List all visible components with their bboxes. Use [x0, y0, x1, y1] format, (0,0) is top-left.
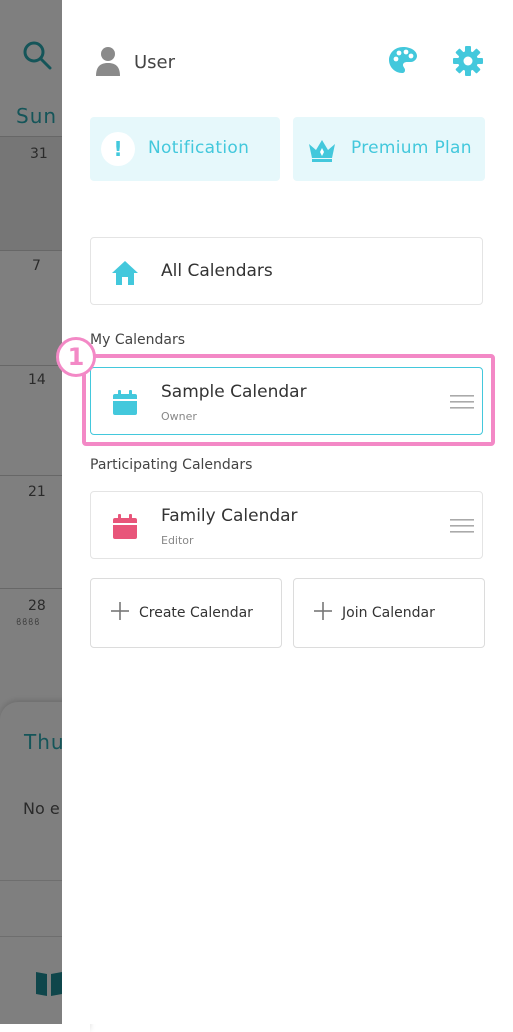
dim-overlay[interactable]: [0, 0, 62, 1024]
drag-handle-icon[interactable]: [450, 518, 474, 534]
calendar-icon: [113, 514, 137, 539]
notification-button[interactable]: ! Notification: [90, 117, 280, 181]
all-calendars-button[interactable]: All Calendars: [90, 237, 483, 305]
calendar-item-family[interactable]: Family Calendar Editor: [90, 491, 483, 559]
create-calendar-label: Create Calendar: [139, 605, 253, 621]
plus-icon: [314, 602, 332, 620]
calendar-role: Editor: [161, 534, 194, 547]
exclamation-icon: !: [101, 132, 135, 166]
highlight-box: [82, 354, 495, 446]
gear-icon[interactable]: [452, 45, 484, 77]
notification-label: Notification: [148, 138, 250, 158]
my-calendars-header: My Calendars: [90, 332, 186, 348]
palette-icon[interactable]: [388, 45, 418, 75]
side-drawer: User ! Notification Premium Plan All Cal…: [62, 0, 513, 1024]
calendar-title: Family Calendar: [161, 506, 298, 526]
crown-icon: [309, 140, 335, 162]
all-calendars-label: All Calendars: [161, 261, 273, 281]
user-icon: [96, 47, 120, 76]
step-number-badge: 1: [56, 337, 96, 377]
premium-plan-label: Premium Plan: [351, 138, 472, 158]
join-calendar-button[interactable]: Join Calendar: [293, 578, 485, 648]
home-icon: [112, 261, 138, 285]
user-name[interactable]: User: [134, 52, 175, 73]
join-calendar-label: Join Calendar: [342, 605, 435, 621]
premium-plan-button[interactable]: Premium Plan: [293, 117, 485, 181]
plus-icon: [111, 602, 129, 620]
create-calendar-button[interactable]: Create Calendar: [90, 578, 282, 648]
participating-calendars-header: Participating Calendars: [90, 457, 253, 473]
